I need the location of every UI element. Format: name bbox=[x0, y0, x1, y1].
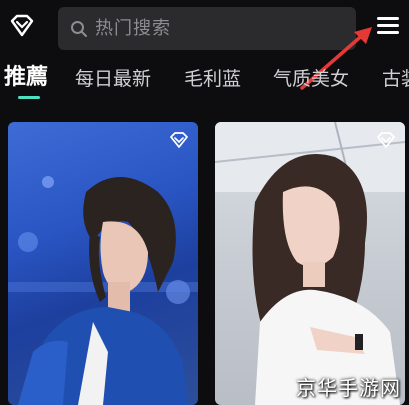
tab-daily-latest[interactable]: 每日最新 bbox=[75, 66, 151, 92]
diamond-badge-icon[interactable] bbox=[375, 130, 397, 150]
hamburger-menu-icon[interactable] bbox=[374, 12, 402, 40]
tab-elegant-beauty[interactable]: 气质美女 bbox=[273, 66, 349, 92]
category-tabs: 推薦 每日最新 毛利蓝 气质美女 古装 bbox=[0, 58, 409, 102]
search-icon bbox=[71, 21, 87, 37]
search-placeholder: 热门搜索 bbox=[95, 18, 171, 39]
diamond-logo-icon[interactable] bbox=[8, 12, 36, 40]
photo-card-1[interactable] bbox=[8, 122, 198, 405]
portrait-photo bbox=[8, 176, 198, 405]
tab-maoli-blue[interactable]: 毛利蓝 bbox=[184, 66, 241, 92]
tab-recommended[interactable]: 推薦 bbox=[4, 64, 48, 92]
diamond-badge-icon[interactable] bbox=[168, 130, 190, 150]
active-tab-indicator bbox=[18, 96, 40, 99]
watermark: 京华手游网 bbox=[296, 376, 401, 400]
tab-costume[interactable]: 古装 bbox=[382, 66, 409, 92]
portrait-photo bbox=[215, 122, 405, 405]
photo-card-2[interactable] bbox=[215, 122, 405, 405]
menu-line bbox=[377, 24, 399, 27]
menu-line bbox=[377, 31, 399, 34]
menu-line bbox=[377, 17, 399, 20]
